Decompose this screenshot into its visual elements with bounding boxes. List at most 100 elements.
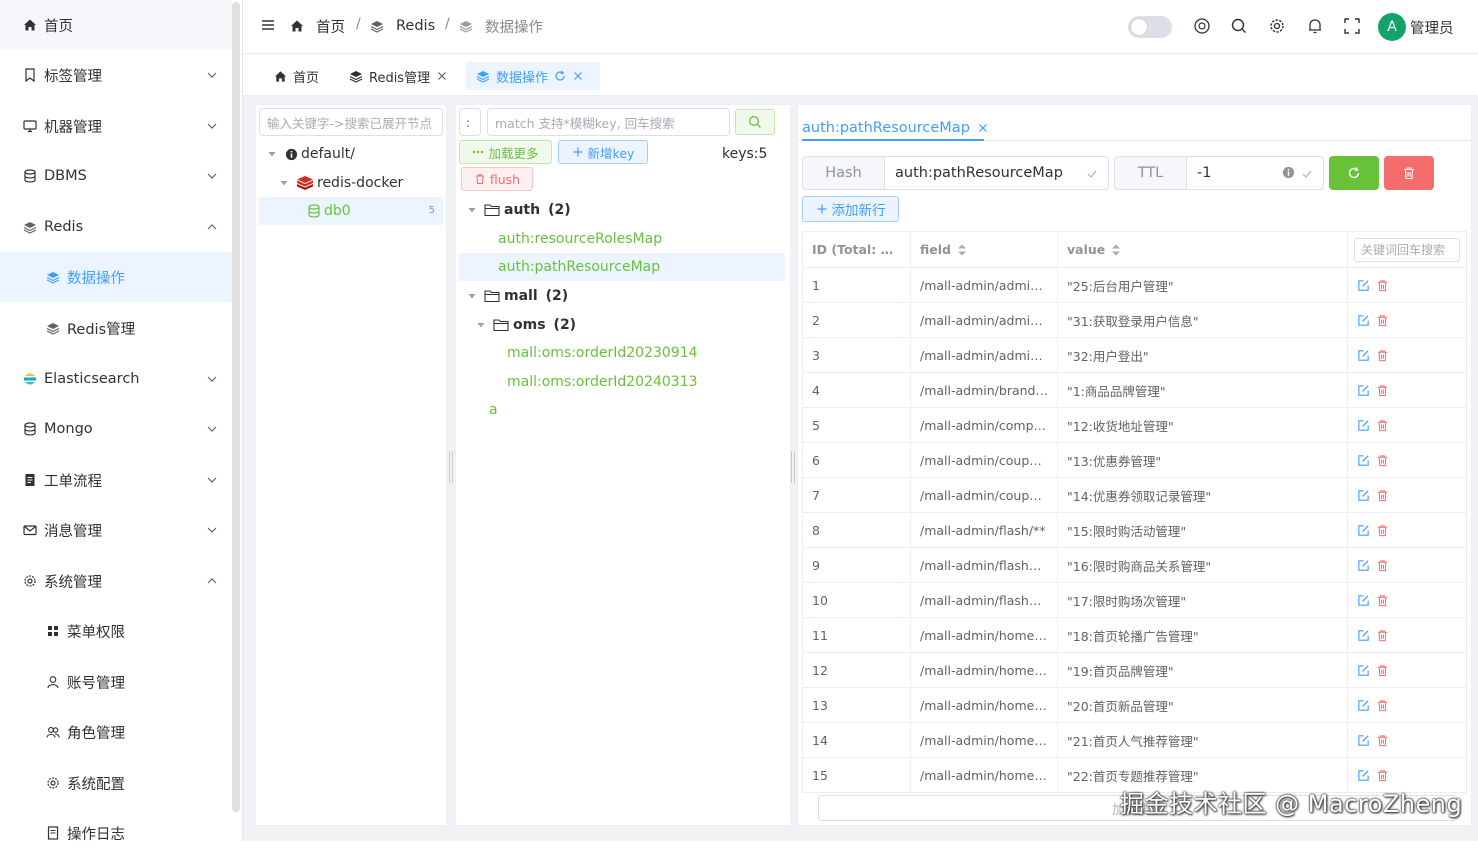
bell-icon[interactable]: [1306, 17, 1324, 35]
trash-icon[interactable]: [1376, 419, 1389, 432]
sidebar-item-system[interactable]: 系统管理: [0, 556, 232, 606]
edit-icon[interactable]: [1357, 559, 1370, 572]
sidebar-item-dbms[interactable]: DBMS: [0, 151, 232, 201]
edit-icon[interactable]: [1357, 769, 1370, 782]
trash-icon[interactable]: [1376, 314, 1389, 327]
edit-icon[interactable]: [1357, 734, 1370, 747]
sidebar-item-operation-log[interactable]: 操作日志: [0, 808, 232, 858]
edit-icon[interactable]: [1357, 664, 1370, 677]
edit-icon[interactable]: [1357, 314, 1370, 327]
theme-switch[interactable]: [1128, 16, 1172, 38]
separator-input[interactable]: :: [459, 108, 481, 136]
edit-icon[interactable]: [1357, 489, 1370, 502]
edit-icon[interactable]: [1357, 594, 1370, 607]
trash-icon[interactable]: [1376, 769, 1389, 782]
trash-icon[interactable]: [1376, 699, 1389, 712]
key-group-oms[interactable]: oms (2): [475, 311, 576, 339]
column-header-field[interactable]: field: [910, 231, 1058, 268]
ttl-input[interactable]: -1: [1187, 156, 1324, 190]
trash-icon[interactable]: [1376, 384, 1389, 397]
table-row: 12/mall-admin/home/brand/**"19:首页品牌管理": [802, 652, 1467, 688]
edit-icon[interactable]: [1357, 524, 1370, 537]
refresh-icon[interactable]: [554, 70, 566, 82]
trash-icon[interactable]: [1376, 594, 1389, 607]
trash-icon[interactable]: [1376, 629, 1389, 642]
sidebar-item-data-operation[interactable]: 数据操作: [0, 252, 232, 302]
match-key-input[interactable]: match 支持*模糊key, 回车搜索: [487, 108, 730, 136]
sidebar-item-messages[interactable]: 消息管理: [0, 505, 232, 555]
search-icon[interactable]: [1230, 17, 1248, 35]
refresh-button[interactable]: [1329, 156, 1379, 190]
key-group-mall[interactable]: mall (2): [466, 282, 568, 310]
tree-node-db0[interactable]: db0 5: [259, 197, 443, 225]
add-key-button[interactable]: 新增key: [558, 140, 648, 164]
close-icon[interactable]: [977, 122, 989, 134]
key-name-input[interactable]: auth:pathResourceMap: [885, 156, 1109, 190]
tab-data-operation[interactable]: 数据操作: [466, 62, 600, 90]
load-more-button[interactable]: 加载更多: [459, 140, 552, 164]
key-item[interactable]: mall:oms:orderId20240313: [507, 368, 698, 396]
sidebar-item-elasticsearch[interactable]: Elasticsearch: [0, 354, 232, 404]
trash-icon[interactable]: [1376, 559, 1389, 572]
edit-icon[interactable]: [1357, 699, 1370, 712]
panel-resizer[interactable]: [791, 451, 795, 483]
trash-icon[interactable]: [1376, 454, 1389, 467]
edit-icon[interactable]: [1357, 454, 1370, 467]
search-button[interactable]: [735, 109, 775, 135]
fullscreen-icon[interactable]: [1343, 17, 1361, 35]
flush-button[interactable]: flush: [461, 167, 533, 191]
language-icon[interactable]: [1193, 17, 1211, 35]
sidebar-item-redis-manage[interactable]: Redis管理: [0, 303, 232, 353]
key-name-value: auth:pathResourceMap: [895, 165, 1063, 181]
panel-resizer[interactable]: [449, 451, 453, 483]
tab-redis-manage[interactable]: Redis管理: [339, 62, 458, 90]
close-icon[interactable]: [572, 70, 584, 82]
trash-icon[interactable]: [1376, 664, 1389, 677]
key-item-selected[interactable]: auth:pathResourceMap: [459, 253, 785, 281]
trash-icon[interactable]: [1376, 349, 1389, 362]
edit-icon[interactable]: [1357, 629, 1370, 642]
username[interactable]: 管理员: [1410, 17, 1454, 38]
column-header-value[interactable]: value: [1057, 231, 1348, 268]
edit-icon[interactable]: [1357, 384, 1370, 397]
trash-icon[interactable]: [1376, 279, 1389, 292]
avatar[interactable]: A: [1378, 13, 1406, 41]
key-item[interactable]: a: [489, 396, 498, 424]
grid-icon: [45, 623, 61, 639]
delete-key-button[interactable]: [1384, 156, 1434, 190]
row-search-input[interactable]: 关键词回车搜索: [1354, 237, 1460, 262]
sort-icon[interactable]: [957, 243, 967, 257]
tab-home[interactable]: 首页: [263, 62, 329, 90]
sidebar-item-workflow[interactable]: 工单流程: [0, 455, 232, 505]
add-row-button[interactable]: 添加新行: [802, 196, 899, 222]
key-group-auth[interactable]: auth (2): [466, 196, 571, 224]
edit-icon[interactable]: [1357, 419, 1370, 432]
sidebar-item-mongo[interactable]: Mongo: [0, 404, 232, 454]
menu-toggle-icon[interactable]: [260, 17, 278, 35]
trash-icon[interactable]: [1376, 489, 1389, 502]
sidebar-item-menu-permission[interactable]: 菜单权限: [0, 606, 232, 656]
sidebar-item-machines[interactable]: 机器管理: [0, 101, 232, 151]
key-item[interactable]: mall:oms:orderId20230914: [507, 339, 698, 367]
sidebar-item-tags[interactable]: 标签管理: [0, 50, 232, 100]
key-item[interactable]: auth:resourceRolesMap: [498, 225, 662, 253]
breadcrumb-home[interactable]: 首页: [316, 0, 345, 52]
trash-icon[interactable]: [1376, 734, 1389, 747]
tree-node-redis-docker[interactable]: redis-docker: [278, 169, 403, 197]
tab-key-detail[interactable]: auth:pathResourceMap: [802, 115, 989, 141]
sidebar-item-system-config[interactable]: 系统配置: [0, 758, 232, 808]
tree-node-default[interactable]: default/: [266, 140, 355, 168]
sidebar-item-roles[interactable]: 角色管理: [0, 707, 232, 757]
trash-icon[interactable]: [1376, 524, 1389, 537]
sidebar-item-accounts[interactable]: 账号管理: [0, 657, 232, 707]
gear-icon[interactable]: [1268, 17, 1286, 35]
sort-icon[interactable]: [1111, 243, 1121, 257]
edit-icon[interactable]: [1357, 349, 1370, 362]
breadcrumb-redis[interactable]: Redis: [396, 0, 435, 52]
sidebar-item-redis[interactable]: Redis: [0, 202, 232, 252]
sidebar-item-home[interactable]: 首页: [0, 0, 232, 50]
close-icon[interactable]: [436, 70, 448, 82]
edit-icon[interactable]: [1357, 279, 1370, 292]
sidebar-scrollbar[interactable]: [232, 2, 240, 812]
tree-search-input[interactable]: 输入关键字->搜索已展开节点: [259, 108, 443, 136]
